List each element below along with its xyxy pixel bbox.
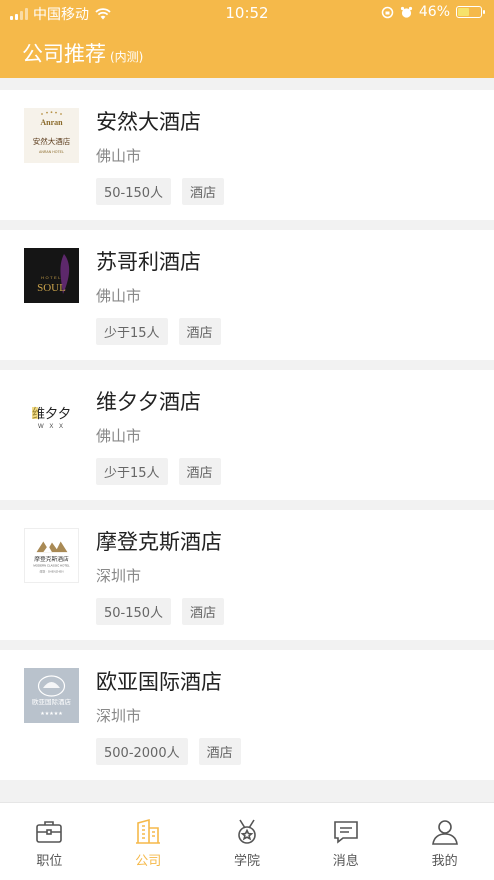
svg-text:SOUL: SOUL (37, 282, 66, 294)
company-tags: 50-150人 酒店 (96, 598, 225, 625)
battery-percent: 46% (418, 4, 450, 20)
tab-jobs[interactable]: 职位 (0, 803, 99, 880)
company-logo-ouya: 欧亚国际酒店 ★★★★★ (24, 668, 79, 723)
tag-size: 少于15人 (96, 318, 168, 345)
company-card[interactable]: 摩登克斯酒店 MODERN CLASSIC HOTEL 深圳 · SHENZHE… (0, 510, 494, 640)
company-tags: 50-150人 酒店 (96, 178, 225, 205)
app-header: 中国移动 10:52 46% 公司推荐 (内测) (0, 0, 494, 78)
svg-text:W X X: W X X (38, 424, 65, 430)
orientation-lock-icon (381, 6, 394, 18)
company-logo-anran: Anran 安然大酒店 ANRAN HOTEL (24, 108, 79, 163)
briefcase-icon (36, 821, 63, 843)
company-list: Anran 安然大酒店 ANRAN HOTEL 安然大酒店 佛山市 50-150… (0, 90, 494, 790)
tab-label: 消息 (332, 854, 359, 869)
svg-text:MODERN CLASSIC HOTEL: MODERN CLASSIC HOTEL (33, 564, 70, 568)
tag-size: 50-150人 (96, 598, 172, 625)
company-logo-modern: 摩登克斯酒店 MODERN CLASSIC HOTEL 深圳 · SHENZHE… (24, 528, 79, 583)
company-city: 深圳市 (96, 567, 142, 585)
status-right: 46% (381, 4, 485, 20)
svg-text:欧亚国际酒店: 欧亚国际酒店 (32, 697, 72, 706)
tag-size: 少于15人 (96, 458, 168, 485)
company-card[interactable]: 欧亚国际酒店 ★★★★★ 欧亚国际酒店 深圳市 500-2000人 酒店 (0, 650, 494, 780)
tag-type: 酒店 (182, 598, 225, 625)
status-bar: 中国移动 10:52 46% (0, 0, 494, 26)
svg-text:ANRAN HOTEL: ANRAN HOTEL (39, 150, 64, 154)
medal-icon (238, 819, 256, 844)
user-icon (431, 820, 458, 845)
tab-messages[interactable]: 消息 (296, 803, 395, 880)
svg-text:摩登克斯酒店: 摩登克斯酒店 (34, 555, 69, 563)
company-logo-soul: HOTEL SOUL (24, 248, 79, 303)
company-card[interactable]: Anran 安然大酒店 ANRAN HOTEL 安然大酒店 佛山市 50-150… (0, 90, 494, 220)
tag-size: 50-150人 (96, 178, 172, 205)
page-title-text: 公司推荐 (22, 42, 106, 66)
tag-type: 酒店 (182, 178, 225, 205)
company-logo-wxx: 维夕夕 W X X (24, 388, 79, 443)
tab-label: 职位 (36, 854, 63, 869)
tag-type: 酒店 (198, 738, 241, 765)
page-subtitle: (内测) (110, 50, 144, 64)
company-card[interactable]: HOTEL SOUL 苏哥利酒店 佛山市 少于15人 酒店 (0, 230, 494, 360)
company-name: 欧亚国际酒店 (96, 670, 222, 694)
tab-label: 学院 (233, 854, 260, 869)
company-tags: 少于15人 酒店 (96, 318, 221, 345)
company-city: 佛山市 (96, 287, 142, 305)
svg-text:Anran: Anran (40, 118, 63, 127)
tab-label: 我的 (431, 854, 458, 869)
company-tags: 少于15人 酒店 (96, 458, 221, 485)
bottom-tab-bar: 职位 公司 学院 消息 我的 (0, 802, 494, 880)
company-city: 佛山市 (96, 427, 142, 445)
tab-me[interactable]: 我的 (395, 803, 494, 880)
company-name: 摩登克斯酒店 (96, 530, 222, 554)
message-icon (333, 821, 358, 844)
svg-text:★★★★★: ★★★★★ (40, 711, 63, 717)
company-name: 维夕夕酒店 (96, 390, 201, 414)
company-name: 安然大酒店 (96, 110, 201, 134)
company-name: 苏哥利酒店 (96, 250, 201, 274)
tag-type: 酒店 (178, 458, 221, 485)
alarm-icon (400, 6, 412, 18)
page-title: 公司推荐 (内测) (22, 38, 143, 68)
tab-academy[interactable]: 学院 (198, 803, 297, 880)
svg-text:深圳 · SHENZHEN: 深圳 · SHENZHEN (39, 568, 63, 573)
svg-text:安然大酒店: 安然大酒店 (33, 136, 71, 146)
company-card[interactable]: 维夕夕 W X X 维夕夕酒店 佛山市 少于15人 酒店 (0, 370, 494, 500)
company-city: 深圳市 (96, 707, 142, 725)
tab-company[interactable]: 公司 (99, 803, 198, 880)
company-city: 佛山市 (96, 147, 142, 165)
battery-icon (456, 6, 485, 18)
tag-type: 酒店 (178, 318, 221, 345)
tab-label: 公司 (135, 854, 162, 869)
svg-text:HOTEL: HOTEL (41, 275, 62, 280)
tag-size: 500-2000人 (96, 738, 188, 765)
company-tags: 500-2000人 酒店 (96, 738, 241, 765)
building-icon (136, 818, 161, 844)
